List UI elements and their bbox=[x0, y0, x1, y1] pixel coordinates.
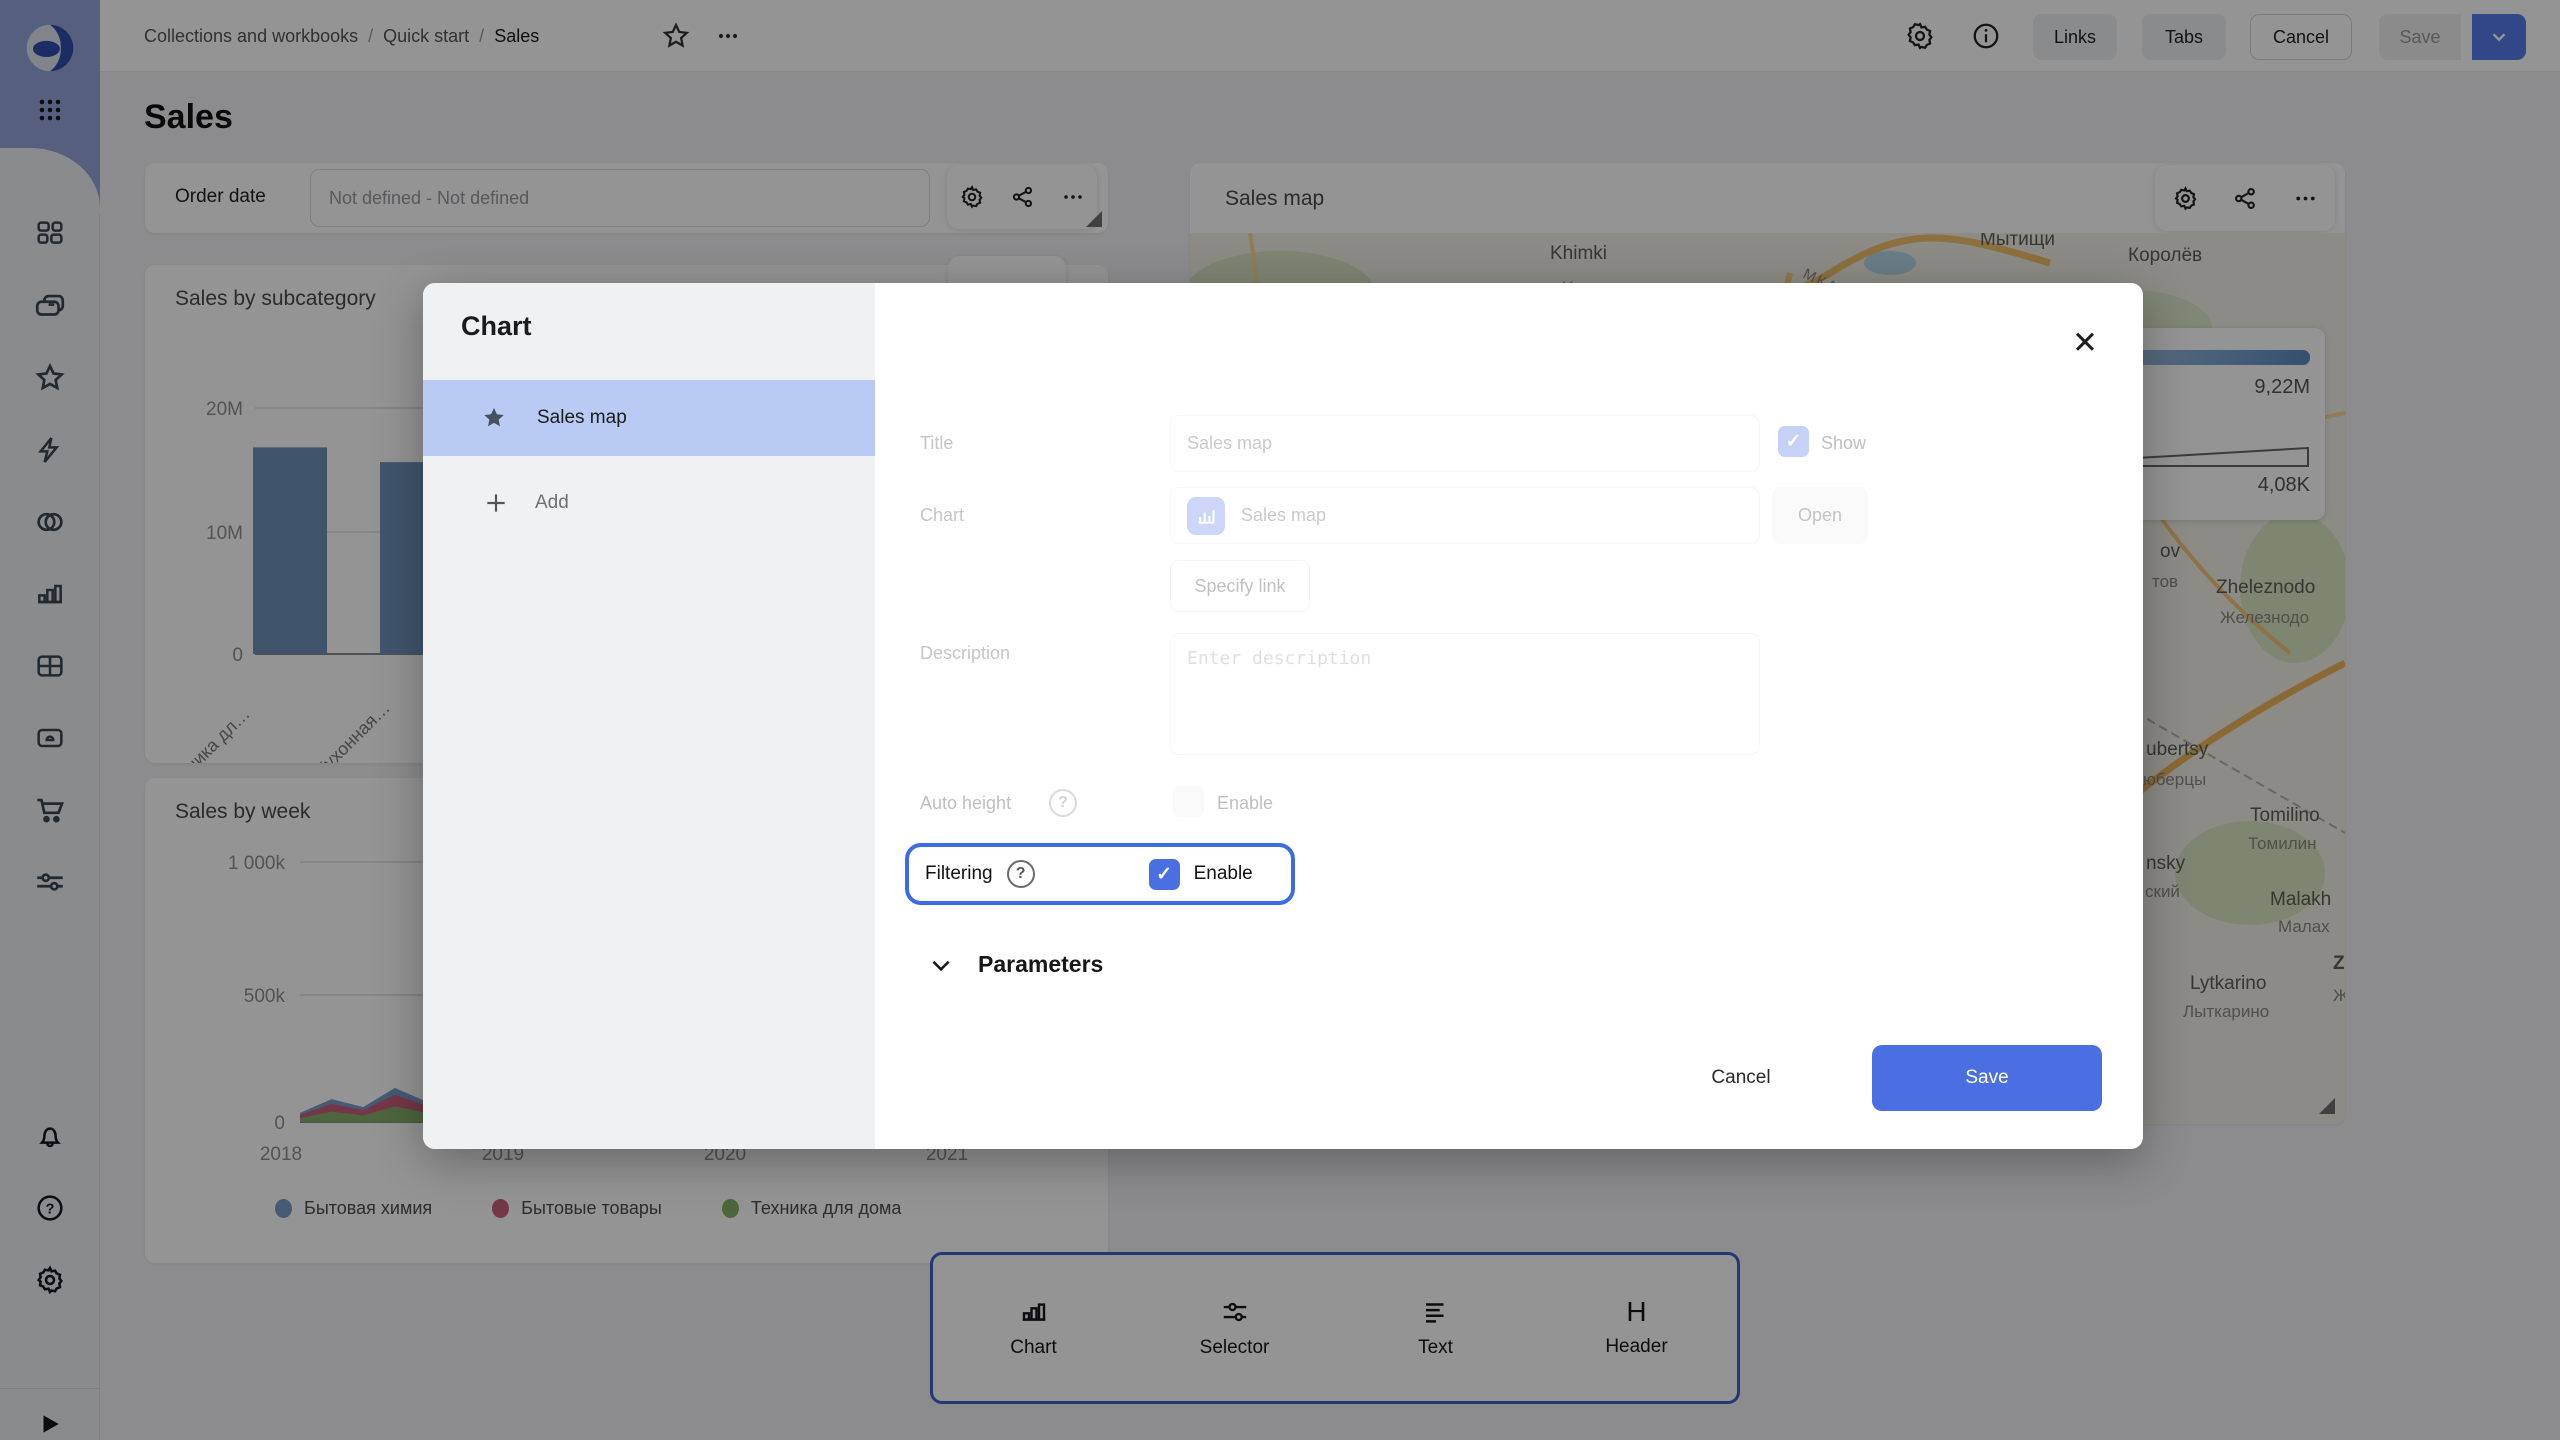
autoheight-checkbox[interactable] bbox=[1173, 786, 1204, 817]
star-filled-icon bbox=[481, 405, 507, 431]
open-chart-button[interactable]: Open bbox=[1772, 487, 1868, 544]
filtering-enable-checkbox[interactable]: ✓ bbox=[1149, 859, 1180, 890]
filtering-checkbox-label: Enable bbox=[1194, 863, 1253, 885]
filtering-help-icon[interactable]: ? bbox=[1007, 860, 1035, 888]
screen: Collections and workbooks / Quick start … bbox=[0, 0, 2560, 1440]
show-checkbox-label: Show bbox=[1821, 433, 1866, 454]
chart-select-field[interactable]: Sales map bbox=[1170, 487, 1760, 544]
specify-link-button[interactable]: Specify link bbox=[1170, 560, 1310, 612]
chart-select-value: Sales map bbox=[1241, 505, 1326, 526]
description-textarea[interactable] bbox=[1170, 633, 1760, 755]
parameters-section-toggle[interactable]: Parameters bbox=[928, 951, 1103, 978]
modal-sidebar: Chart Sales map Add bbox=[423, 283, 875, 1149]
modal-cancel-button[interactable]: Cancel bbox=[1681, 1045, 1801, 1111]
title-field-label: Title bbox=[920, 433, 953, 454]
autoheight-checkbox-label: Enable bbox=[1217, 793, 1273, 814]
filtering-label: Filtering bbox=[925, 863, 993, 885]
show-checkbox[interactable]: ✓ bbox=[1778, 426, 1809, 457]
modal-title: Chart bbox=[461, 311, 532, 342]
modal-nav-item-sales-map[interactable]: Sales map bbox=[423, 380, 875, 456]
filtering-row-highlight: Filtering ? ✓ Enable bbox=[905, 843, 1295, 905]
close-icon[interactable]: ✕ bbox=[2059, 317, 2111, 369]
chevron-down-icon bbox=[928, 952, 954, 978]
modal-add-label: Add bbox=[535, 492, 569, 514]
parameters-label: Parameters bbox=[978, 951, 1103, 978]
modal-save-button[interactable]: Save bbox=[1872, 1045, 2102, 1111]
title-input[interactable] bbox=[1170, 415, 1760, 472]
description-field-label: Description bbox=[920, 643, 1010, 664]
autoheight-label: Auto height bbox=[920, 793, 1011, 814]
modal-nav-item-label: Sales map bbox=[537, 407, 627, 429]
autoheight-help-icon[interactable]: ? bbox=[1049, 789, 1077, 817]
chart-settings-modal: Chart Sales map Add ✕ Title ✓ Show Chart bbox=[423, 283, 2143, 1149]
plus-icon bbox=[483, 490, 509, 516]
modal-add-item-button[interactable]: Add bbox=[423, 475, 875, 531]
chart-type-icon bbox=[1187, 497, 1225, 535]
chart-field-label: Chart bbox=[920, 505, 964, 526]
